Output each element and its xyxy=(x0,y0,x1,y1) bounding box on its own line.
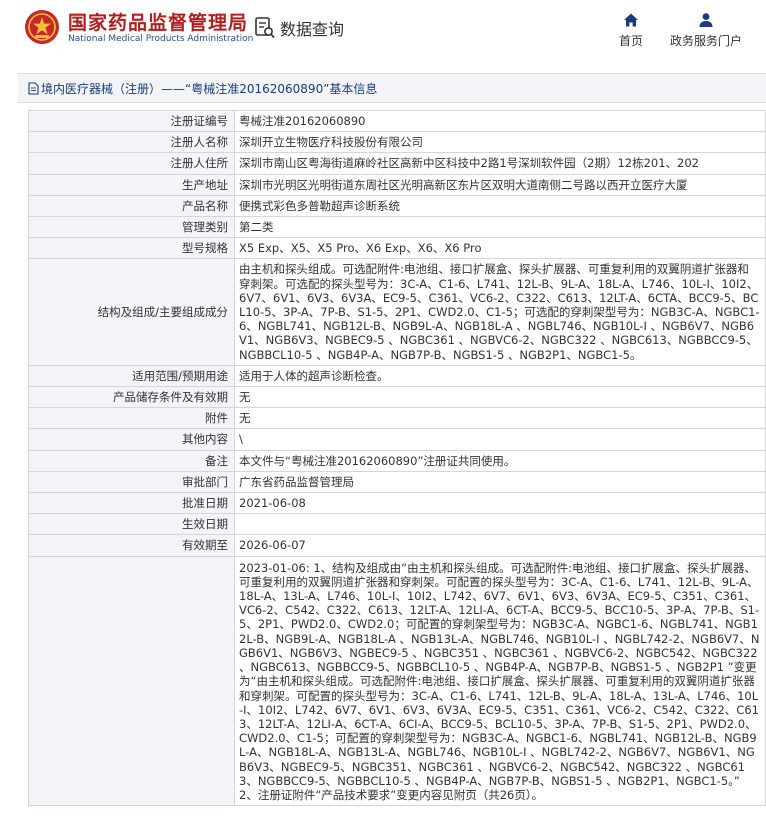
table-row-product-name: 产品名称 便携式彩色多普勒超声诊断系统 xyxy=(28,194,766,218)
home-icon xyxy=(624,13,638,27)
table-row-intended-use: 适用范围/预期用途 适用于人体的超声诊断检查。 xyxy=(28,364,766,388)
field-label: 有效期至 xyxy=(28,534,235,557)
field-label: 注册人住所 xyxy=(28,152,235,175)
field-value: 由主机和探头组成。可选配附件:电池组、接口扩展盒、探头扩展器、可重复利用的双翼阴… xyxy=(234,258,766,366)
field-label: 结构及组成/主要组成成分 xyxy=(28,258,235,366)
field-label: 注册人名称 xyxy=(28,131,235,154)
table-row-management-class: 管理类别 第二类 xyxy=(28,216,766,239)
field-value: 2023-01-06: 1、结构及组成由“由主机和探头组成。可选配附件:电池组、… xyxy=(234,555,766,807)
field-value: 粤械注准20162060890 xyxy=(234,110,766,133)
table-row-storage-conditions: 产品储存条件及有效期 无 xyxy=(28,386,766,409)
field-label xyxy=(28,555,235,807)
field-label: 生效日期 xyxy=(28,513,235,536)
field-value: 无 xyxy=(234,407,766,430)
table-row-expiry-date: 有效期至 2026-06-07 xyxy=(28,534,766,557)
field-label: 产品储存条件及有效期 xyxy=(28,386,235,409)
nav-gov-label: 政务服务门户 xyxy=(669,34,742,48)
field-label: 批准日期 xyxy=(28,492,235,515)
table-row-structure-composition: 结构及组成/主要组成成分 由主机和探头组成。可选配附件:电池组、接口扩展盒、探头… xyxy=(28,258,766,366)
table-row-registrant-name: 注册人名称 深圳开立生物医疗科技股份有限公司 xyxy=(28,131,766,154)
field-label: 其他内容 xyxy=(28,428,235,451)
field-value: 适用于人体的超声诊断检查。 xyxy=(234,364,766,388)
brand-name-en[interactable]: National Medical Products Administration xyxy=(68,34,253,44)
user-icon xyxy=(699,13,713,27)
table-row-approval-date: 批准日期 2021-06-08 xyxy=(28,492,766,515)
field-label: 备注 xyxy=(28,449,235,472)
table-row-registrant-address: 注册人住所 深圳市南山区粤海街道麻岭社区高新中区科技中2路1号深圳软件园（2期）… xyxy=(28,152,766,175)
field-value: 第二类 xyxy=(234,216,766,239)
document-search-icon xyxy=(255,17,275,39)
field-value: \ xyxy=(234,428,766,451)
nav-gov-portal[interactable]: 政务服务门户 xyxy=(666,12,746,49)
record-title: 境内医疗器械（注册）——“粤械注准20162060890”基本信息 xyxy=(41,81,378,96)
data-query-label: 数据查询 xyxy=(280,20,345,39)
data-query-link[interactable]: 数据查询 xyxy=(254,14,344,42)
table-row-approval-dept: 审批部门 广东省药品监督管理局 xyxy=(28,470,766,494)
field-label: 审批部门 xyxy=(28,470,235,494)
field-value: 深圳市南山区粤海街道麻岭社区高新中区科技中2路1号深圳软件园（2期）12栋201… xyxy=(234,152,766,175)
table-row-attachments: 附件 无 xyxy=(28,407,766,430)
table-row-other-content: 其他内容 \ xyxy=(28,428,766,451)
field-value: 深圳市光明区光明街道东周社区光明高新区东片区双明大道南侧二号路以西开立医疗大厦 xyxy=(234,173,766,196)
nav-home[interactable]: 首页 xyxy=(591,12,671,49)
record-title-bar: 境内医疗器械（注册）——“粤械注准20162060890”基本信息 xyxy=(18,73,766,103)
field-label: 附件 xyxy=(28,407,235,430)
field-value xyxy=(234,513,766,536)
field-label: 产品名称 xyxy=(28,194,235,218)
field-label: 型号规格 xyxy=(28,237,235,260)
table-row-change-history: 2023-01-06: 1、结构及组成由“由主机和探头组成。可选配附件:电池组、… xyxy=(28,555,766,807)
table-row-production-address: 生产地址 深圳市光明区光明街道东周社区光明高新区东片区双明大道南侧二号路以西开立… xyxy=(28,173,766,196)
table-row-model-spec: 型号规格 X5 Exp、X5、X5 Pro、X6 Exp、X6、X6 Pro xyxy=(28,237,766,260)
nmpa-emblem-logo[interactable] xyxy=(24,9,60,45)
field-value: 深圳开立生物医疗科技股份有限公司 xyxy=(234,131,766,154)
site-header: 国家药品监督管理局 National Medical Products Admi… xyxy=(0,0,766,60)
field-label: 生产地址 xyxy=(28,173,235,196)
table-row-remarks: 备注 本文件与“粤械注准20162060890”注册证共同使用。 xyxy=(28,449,766,472)
field-value: X5 Exp、X5、X5 Pro、X6 Exp、X6、X6 Pro xyxy=(234,237,766,260)
table-row-effective-date: 生效日期 xyxy=(28,513,766,536)
brand-name-cn[interactable]: 国家药品监督管理局 xyxy=(68,8,248,35)
field-label: 适用范围/预期用途 xyxy=(28,364,235,388)
field-value: 2021-06-08 xyxy=(234,492,766,515)
field-value: 无 xyxy=(234,386,766,409)
field-value: 本文件与“粤械注准20162060890”注册证共同使用。 xyxy=(234,449,766,472)
field-value: 广东省药品监督管理局 xyxy=(234,470,766,494)
nav-home-label: 首页 xyxy=(618,34,643,48)
document-icon xyxy=(28,81,39,95)
record-detail-table: 注册证编号 粤械注准20162060890 注册人名称 深圳开立生物医疗科技股份… xyxy=(28,110,766,822)
field-label: 注册证编号 xyxy=(28,110,235,133)
table-row-registration-no: 注册证编号 粤械注准20162060890 xyxy=(28,110,766,133)
field-value: 2026-06-07 xyxy=(234,534,766,557)
field-value: 便携式彩色多普勒超声诊断系统 xyxy=(234,194,766,218)
field-label: 管理类别 xyxy=(28,216,235,239)
